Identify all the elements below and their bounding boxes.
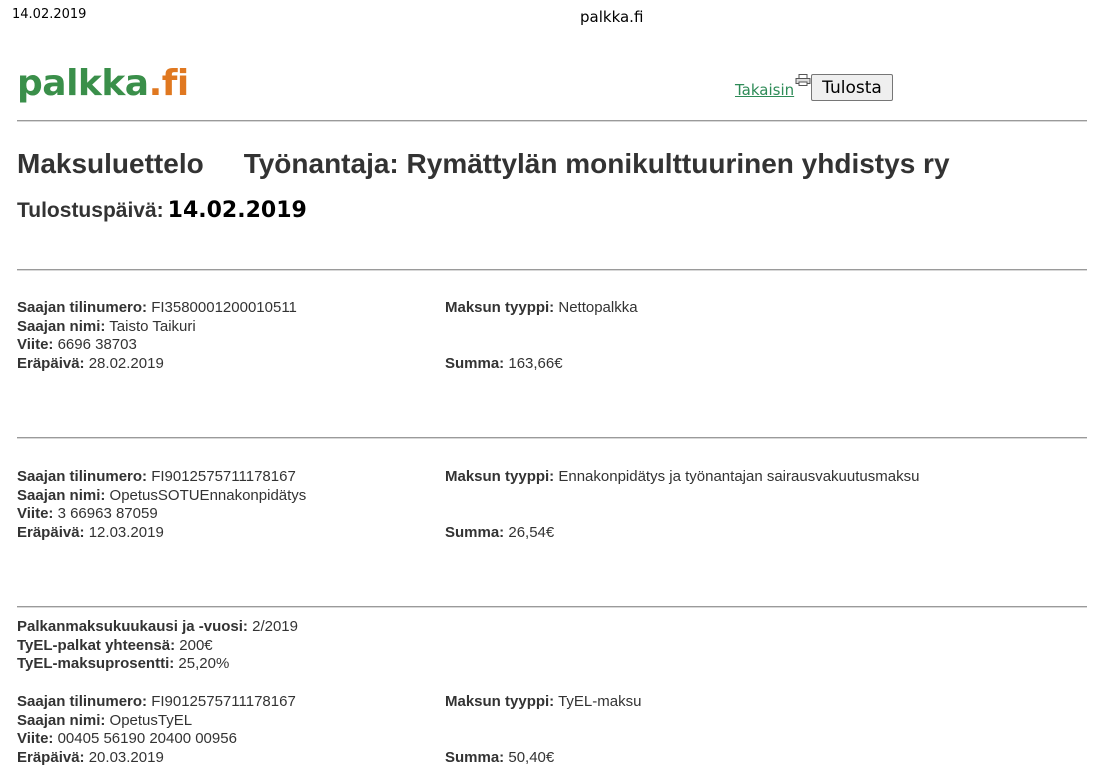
name-value: OpetusTyEL bbox=[109, 711, 193, 729]
reference-row: Viite: 00405 56190 20400 00956 bbox=[17, 730, 237, 748]
tyel-total-row: TyEL-palkat yhteensä: 200€ bbox=[17, 636, 213, 654]
back-link[interactable]: Takaisin bbox=[735, 81, 794, 99]
header-site: palkka.fi bbox=[580, 8, 644, 26]
type-row: Maksun tyyppi: TyEL-maksu bbox=[445, 693, 642, 710]
print-date-label: Tulostuspäivä: bbox=[17, 199, 164, 222]
reference-value: 3 66963 87059 bbox=[57, 505, 158, 523]
logo-text-main: palkka bbox=[17, 63, 149, 104]
employer-name: Työnantaja: Rymättylän monikulttuurinen … bbox=[243, 148, 950, 179]
type-row: Maksun tyyppi: Ennakonpidätys ja työnant… bbox=[445, 468, 920, 485]
print-button[interactable]: Tulosta bbox=[811, 74, 893, 101]
tyel-pct-row: TyEL-maksuprosentti: 25,20% bbox=[17, 655, 230, 673]
name-value: OpetusSOTUEnnakonpidätys bbox=[109, 486, 307, 504]
divider bbox=[17, 120, 1087, 122]
sum-row: Summa: 26,54€ bbox=[445, 524, 555, 541]
account-row: Saajan tilinumero: FI9012575711178167 bbox=[17, 468, 296, 485]
type-value: Ennakonpidätys ja työnantajan sairausvak… bbox=[558, 468, 920, 485]
tyel-total-value: 200€ bbox=[179, 636, 213, 654]
due-value: 20.03.2019 bbox=[88, 749, 164, 767]
type-value: TyEL-maksu bbox=[558, 693, 642, 710]
printer-icon bbox=[795, 74, 811, 86]
type-row: Maksun tyyppi: Nettopalkka bbox=[445, 299, 638, 316]
due-row: Eräpäivä: 28.02.2019 bbox=[17, 355, 164, 373]
account-value: FI9012575711178167 bbox=[151, 693, 296, 710]
due-row: Eräpäivä: 12.03.2019 bbox=[17, 524, 164, 542]
tyel-summary: Palkanmaksukuukausi ja -vuosi: 2/2019 Ty… bbox=[17, 618, 1087, 674]
month-row: Palkanmaksukuukausi ja -vuosi: 2/2019 bbox=[17, 618, 298, 635]
divider bbox=[17, 269, 1087, 271]
print-date-row: Tulostuspäivä: 14.02.2019 bbox=[17, 198, 307, 223]
sum-row: Summa: 163,66€ bbox=[445, 355, 563, 372]
divider bbox=[17, 606, 1087, 608]
sum-row: Summa: 50,40€ bbox=[445, 749, 555, 766]
top-nav: Takaisin Tulosta bbox=[735, 74, 893, 101]
sum-value: 163,66€ bbox=[508, 355, 563, 372]
account-row: Saajan tilinumero: FI3580001200010511 bbox=[17, 299, 297, 316]
name-row: Saajan nimi: OpetusTyEL bbox=[17, 711, 193, 729]
reference-row: Viite: 3 66963 87059 bbox=[17, 505, 158, 523]
name-value: Taisto Taikuri bbox=[109, 317, 196, 335]
tyel-pct-value: 25,20% bbox=[178, 655, 230, 673]
due-value: 28.02.2019 bbox=[88, 355, 164, 373]
due-row: Eräpäivä: 20.03.2019 bbox=[17, 749, 164, 767]
reference-row: Viite: 6696 38703 bbox=[17, 336, 137, 354]
page-heading: Maksuluettelo bbox=[17, 148, 204, 179]
print-date-value: 14.02.2019 bbox=[167, 198, 307, 223]
sum-value: 50,40€ bbox=[508, 749, 555, 766]
reference-value: 6696 38703 bbox=[57, 336, 137, 354]
account-row: Saajan tilinumero: FI9012575711178167 bbox=[17, 693, 296, 710]
header-date: 14.02.2019 bbox=[12, 7, 87, 22]
type-value: Nettopalkka bbox=[558, 299, 638, 316]
divider bbox=[17, 437, 1087, 439]
logo-text-tld: .fi bbox=[148, 63, 190, 104]
account-value: FI9012575711178167 bbox=[151, 468, 296, 485]
month-value: 2/2019 bbox=[252, 618, 298, 635]
due-value: 12.03.2019 bbox=[88, 524, 164, 542]
page-title: Maksuluettelo Työnantaja: Rymättylän moni… bbox=[17, 148, 950, 180]
palkka-logo[interactable]: palkka.fi bbox=[17, 66, 189, 102]
reference-value: 00405 56190 20400 00956 bbox=[57, 730, 237, 748]
sum-value: 26,54€ bbox=[508, 524, 555, 541]
account-value: FI3580001200010511 bbox=[151, 299, 297, 316]
name-row: Saajan nimi: OpetusSOTUEnnakonpidätys bbox=[17, 486, 307, 504]
name-row: Saajan nimi: Taisto Taikuri bbox=[17, 317, 196, 335]
